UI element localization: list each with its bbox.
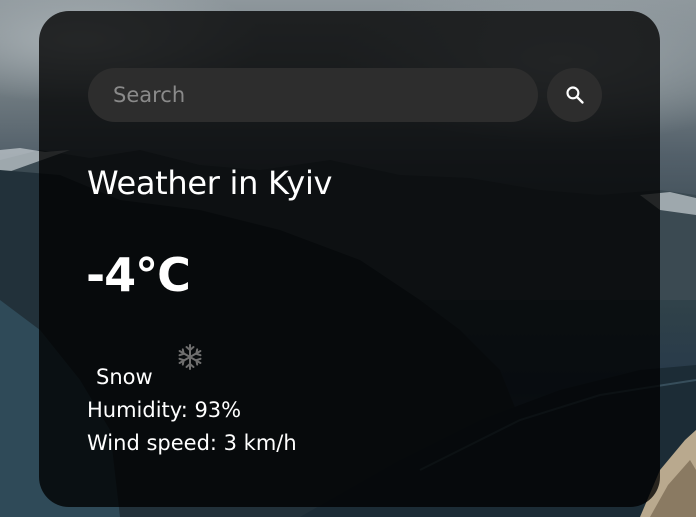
humidity-text: Humidity: 93%: [87, 398, 242, 422]
city-title: Weather in Kyiv: [87, 164, 333, 202]
search-bar: [88, 68, 602, 122]
search-button[interactable]: [547, 68, 602, 122]
search-input[interactable]: [88, 68, 538, 122]
weather-description: Snow: [96, 365, 153, 389]
search-icon: [565, 86, 584, 104]
temperature: -4°C: [86, 248, 191, 302]
weather-card: Weather in Kyiv -4°C Snow Humidity: 93% …: [39, 11, 660, 507]
wind-speed-text: Wind speed: 3 km/h: [87, 431, 297, 455]
snowflake-icon: [178, 344, 202, 370]
